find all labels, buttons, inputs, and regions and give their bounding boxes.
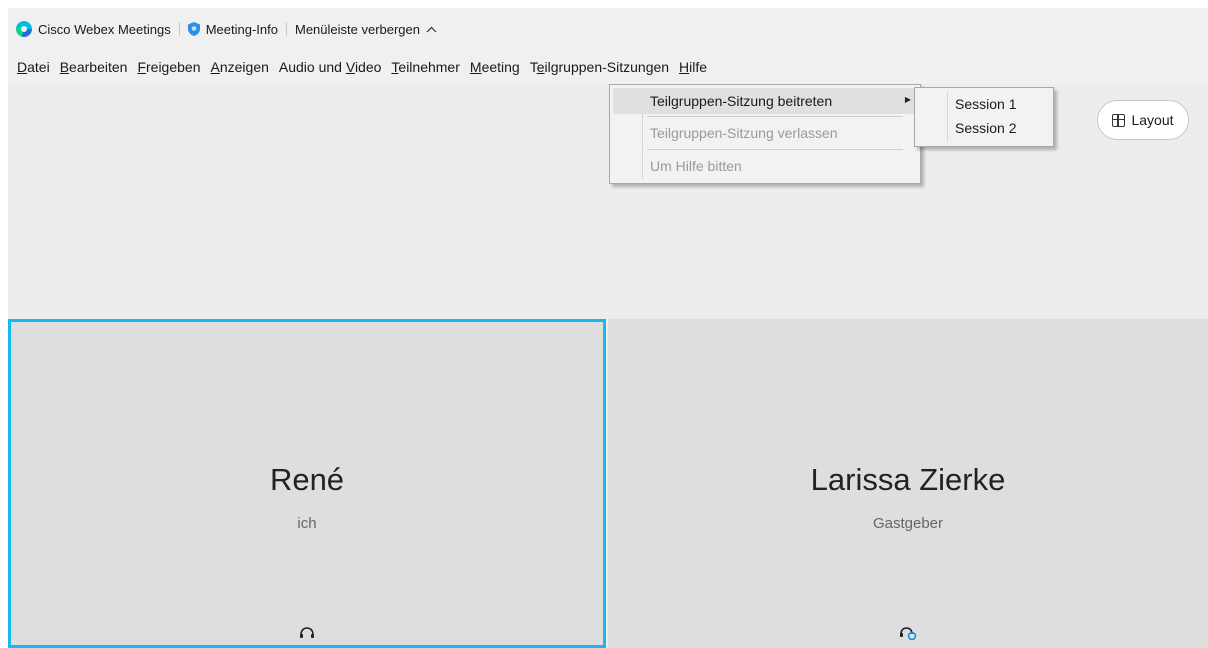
menu-teilnehmer[interactable]: Teilnehmer: [386, 57, 464, 77]
app-name: Cisco Webex Meetings: [38, 21, 171, 37]
access-key: e: [657, 93, 665, 109]
participant-name: Larissa Zierke: [810, 462, 1006, 497]
menu-datei[interactable]: Datei: [12, 57, 55, 77]
submenu-item-session-1[interactable]: Session 1: [918, 92, 1050, 116]
submenu-item-label: Session 1: [955, 96, 1017, 112]
access-key: H: [679, 59, 690, 75]
menu-freigeben[interactable]: Freigeben: [132, 57, 205, 77]
participant-role: ich: [297, 515, 317, 532]
sessions-submenu: Session 1 Session 2: [914, 87, 1054, 147]
access-key: V: [345, 59, 355, 75]
menu-bar: Datei Bearbeiten Freigeben Anzeigen Audio un…: [8, 50, 1208, 84]
access-key: M: [469, 59, 482, 75]
menu-bearbeiten[interactable]: Bearbeiten: [55, 57, 133, 77]
submenu-item-label: Session 2: [955, 120, 1017, 136]
menu-item-label: Teilgruppen-Sitzung verlassen: [650, 125, 838, 141]
menu-anzeigen[interactable]: Anzeigen: [206, 57, 274, 77]
meeting-info-shield-icon: [187, 22, 200, 36]
menu-item-join-breakout[interactable]: Teilgruppen-Sitzung beitreten ▶: [613, 88, 917, 114]
meeting-info-label: Meeting-Info: [205, 21, 278, 37]
webex-logo-icon: [16, 21, 32, 37]
menu-item-leave-breakout[interactable]: Teilgruppen-Sitzung verlassen: [613, 120, 917, 146]
webex-window: Cisco Webex Meetings Meeting-Info Menüle…: [8, 8, 1208, 648]
access-key: B: [59, 59, 70, 75]
menu-item-label: Um Hilfe bitten: [650, 158, 742, 174]
participant-tile-host[interactable]: Larissa Zierke Gastgeber: [608, 319, 1208, 648]
access-key: F: [137, 59, 146, 75]
app-title[interactable]: Cisco Webex Meetings: [8, 17, 179, 41]
menu-hilfe[interactable]: Hilfe: [674, 57, 712, 77]
menu-teilgruppen-sitzungen[interactable]: Teilgruppen-Sitzungen: [525, 57, 674, 77]
access-key: D: [17, 59, 28, 75]
participant-role: Gastgeber: [872, 515, 944, 532]
headset-sync-icon: [900, 627, 917, 640]
participant-tile-self[interactable]: René ich: [8, 319, 606, 648]
menu-separator: [647, 116, 903, 117]
submenu-arrow-icon: ▶: [904, 95, 911, 104]
meeting-info-button[interactable]: Meeting-Info: [180, 17, 286, 41]
menu-meeting[interactable]: Meeting: [465, 57, 525, 77]
access-key: e: [536, 59, 545, 75]
menu-separator: [647, 149, 903, 150]
access-key: A: [210, 59, 220, 75]
menu-item-ask-for-help[interactable]: Um Hilfe bitten: [613, 153, 917, 179]
menu-audio-und-video[interactable]: Audio und Video: [274, 57, 387, 77]
layout-label: Layout: [1131, 112, 1174, 128]
title-bar: Cisco Webex Meetings Meeting-Info Menüle…: [8, 8, 1208, 50]
breakout-sessions-menu: Teilgruppen-Sitzung beitreten ▶ Teilgrup…: [609, 84, 921, 184]
access-key: T: [391, 59, 399, 75]
hide-menu-button[interactable]: Menüleiste verbergen: [287, 17, 445, 41]
headset-icon: [300, 627, 314, 638]
chevron-up-icon: [426, 26, 437, 32]
layout-button[interactable]: Layout: [1097, 100, 1189, 140]
submenu-item-session-2[interactable]: Session 2: [918, 116, 1050, 140]
grid-icon: [1112, 113, 1126, 127]
access-key: v: [777, 125, 785, 141]
participant-name: René: [269, 462, 345, 497]
hide-menu-label: Menüleiste verbergen: [294, 21, 421, 37]
menu-item-label: Teilgruppen-Sitzung beitreten: [650, 93, 833, 109]
